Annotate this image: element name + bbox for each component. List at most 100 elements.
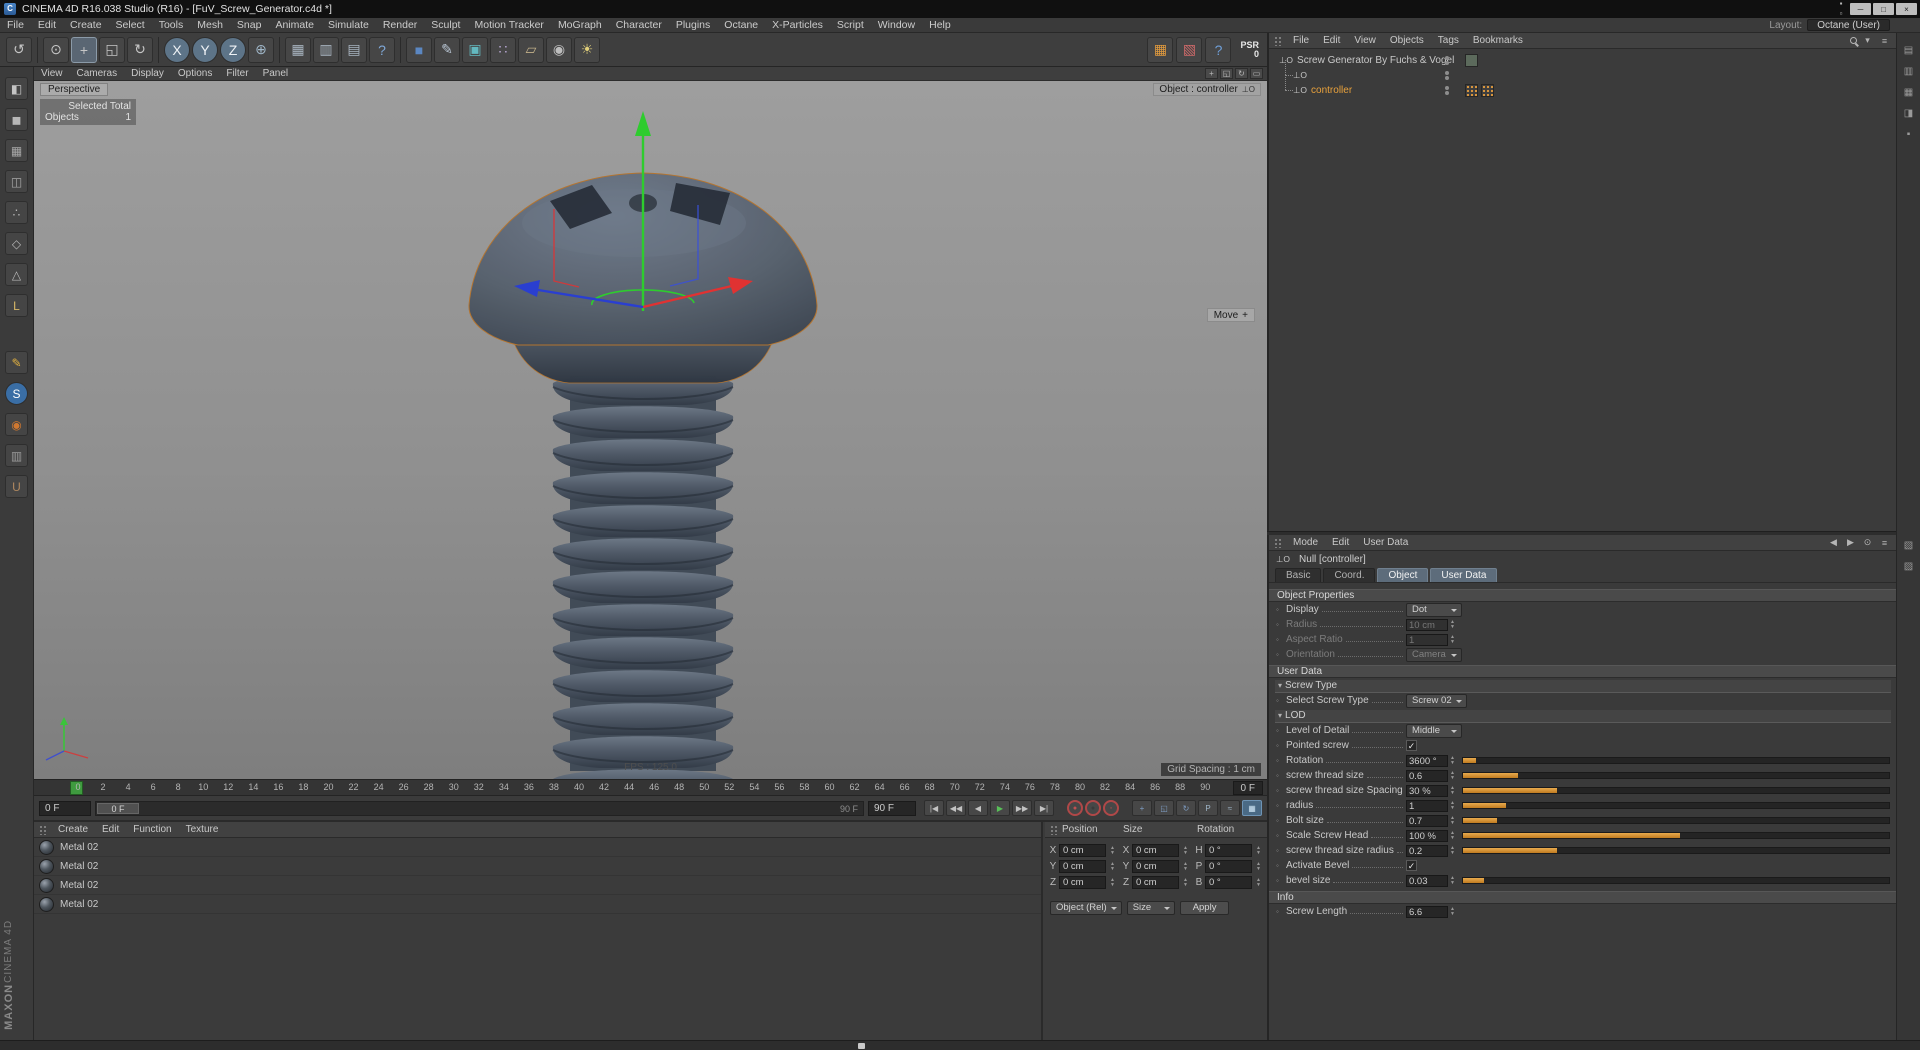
rotation-slider[interactable] — [1462, 757, 1890, 764]
object-label[interactable]: Screw Generator By Fuchs & Vogel — [1297, 55, 1454, 66]
viewport-menu-panel[interactable]: Panel — [256, 68, 296, 79]
next-frame-button[interactable]: ▶▶ — [1012, 800, 1032, 816]
layer-panel-icon[interactable]: ▨ — [1901, 559, 1916, 573]
editor-visibility-dot[interactable] — [1445, 86, 1449, 90]
screw-length-field[interactable]: 6.6 — [1406, 905, 1448, 918]
lock-workplane-icon[interactable]: ▥ — [5, 444, 28, 467]
model-mode-icon[interactable]: ◼ — [5, 108, 28, 131]
axis-mode-icon[interactable]: L — [5, 294, 28, 317]
interactive-render-region-icon[interactable]: ? — [369, 36, 395, 63]
animation-dot-icon[interactable]: ◦ — [1276, 816, 1286, 825]
apply-button[interactable]: Apply — [1179, 901, 1230, 915]
coord-field-position-z[interactable]: 0 cm — [1059, 876, 1106, 889]
coord-field-position-y[interactable]: 0 cm — [1059, 860, 1106, 873]
material-row-metal-02[interactable]: Metal 02 — [34, 876, 1041, 895]
value-spinner[interactable]: ▲ ▼ — [1448, 800, 1457, 811]
animation-dot-icon[interactable]: ◦ — [1276, 861, 1286, 870]
om-menu-objects[interactable]: Objects — [1383, 35, 1431, 46]
value-spinner[interactable]: ▲ ▼ — [1448, 755, 1457, 766]
om-menu-tags[interactable]: Tags — [1431, 35, 1466, 46]
scale-screw-head-field[interactable]: 100 % — [1406, 829, 1448, 842]
menu-x-particles[interactable]: X-Particles — [765, 18, 830, 32]
viewport-menu-filter[interactable]: Filter — [219, 68, 255, 79]
coord-field-rotation-b[interactable]: 0 ° — [1205, 876, 1252, 889]
panel-menu-icon[interactable]: ≡ — [1878, 537, 1891, 549]
material-sphere-icon[interactable] — [39, 858, 54, 874]
menu-animate[interactable]: Animate — [268, 18, 321, 32]
am-menu-mode[interactable]: Mode — [1286, 537, 1325, 548]
menu-motion-tracker[interactable]: Motion Tracker — [467, 18, 550, 32]
value-spinner[interactable]: ▲ ▼ — [1181, 845, 1190, 856]
render-picture-viewer-icon[interactable]: ▥ — [313, 36, 339, 63]
texture-mode-icon[interactable]: ▦ — [5, 139, 28, 162]
tab-basic[interactable]: Basic — [1275, 568, 1322, 582]
tab-object[interactable]: Object — [1377, 568, 1429, 582]
coord-field-size-z[interactable]: 0 cm — [1132, 876, 1179, 889]
goto-start-button[interactable]: |◀ — [924, 800, 944, 816]
pin-panel-icon[interactable]: ⊙ — [1861, 537, 1874, 549]
om-menu-bookmarks[interactable]: Bookmarks — [1466, 35, 1530, 46]
coord-field-size-x[interactable]: 0 cm — [1132, 844, 1179, 857]
animation-dot-icon[interactable]: ◦ — [1276, 605, 1286, 614]
menu-file[interactable]: File — [0, 18, 31, 32]
magnet-icon[interactable]: U — [5, 475, 28, 498]
om-menu-edit[interactable]: Edit — [1316, 35, 1347, 46]
animation-dot-icon[interactable]: ◦ — [1276, 650, 1286, 659]
value-spinner[interactable]: ▲ ▼ — [1448, 634, 1457, 645]
value-spinner[interactable]: ▲ ▼ — [1448, 619, 1457, 630]
material-sphere-icon[interactable] — [39, 839, 54, 855]
record-scale-button[interactable]: ◱ — [1154, 800, 1174, 816]
radius-field[interactable]: 10 cm — [1406, 618, 1448, 631]
subdivision-surface-icon[interactable]: ▣ — [462, 36, 488, 63]
value-spinner[interactable]: ▲ ▼ — [1448, 785, 1457, 796]
panel-grip-icon[interactable] — [1050, 824, 1058, 835]
lock-z-axis-icon[interactable]: Z — [220, 36, 246, 63]
tab-user-data[interactable]: User Data — [1430, 568, 1498, 582]
view-toggle-icon[interactable]: ▭ — [1250, 68, 1263, 79]
om-menu-file[interactable]: File — [1286, 35, 1316, 46]
collapse-icon[interactable]: ▾ — [1278, 710, 1282, 722]
panel-menu-icon[interactable]: ≡ — [1878, 35, 1891, 47]
coord-field-size-y[interactable]: 0 cm — [1132, 860, 1179, 873]
value-spinner[interactable]: ▲ ▼ — [1448, 875, 1457, 886]
value-spinner[interactable]: ▲ ▼ — [1448, 815, 1457, 826]
animation-dot-icon[interactable]: ◦ — [1276, 620, 1286, 629]
selection-tag-icon[interactable] — [1481, 84, 1494, 97]
pointed-screw-checkbox[interactable]: ✓ — [1406, 740, 1417, 751]
make-editable-icon[interactable]: ◧ — [5, 77, 28, 100]
value-spinner[interactable]: ▲ ▼ — [1108, 845, 1117, 856]
material-row-metal-02[interactable]: Metal 02 — [34, 895, 1041, 914]
am-menu-edit[interactable]: Edit — [1325, 537, 1356, 548]
render-visibility-dot[interactable] — [1445, 91, 1449, 95]
move-tool-icon[interactable]: + — [71, 36, 97, 63]
menu-snap[interactable]: Snap — [230, 18, 269, 32]
camera-zoom-icon[interactable]: ◱ — [1220, 68, 1233, 79]
value-spinner[interactable]: ▲ ▼ — [1181, 861, 1190, 872]
animation-dot-icon[interactable]: ◦ — [1276, 831, 1286, 840]
collapse-icon[interactable]: ▾ — [1278, 680, 1282, 692]
floor-object-icon[interactable]: ▱ — [518, 36, 544, 63]
record-parameter-button[interactable]: P — [1198, 800, 1218, 816]
mograph-array-icon[interactable]: ∷ — [490, 36, 516, 63]
frame-end-field[interactable]: 90 F — [868, 800, 916, 816]
screw-thread-size-slider[interactable] — [1462, 772, 1890, 779]
screw-thread-size-spacing-slider[interactable] — [1462, 787, 1890, 794]
screw-thread-size-spacing-field[interactable]: 30 % — [1406, 784, 1448, 797]
render-visibility-dot[interactable] — [1445, 61, 1449, 65]
coord-field-rotation-h[interactable]: 0 ° — [1205, 844, 1252, 857]
activate-bevel-checkbox[interactable]: ✓ — [1406, 860, 1417, 871]
coord-field-rotation-p[interactable]: 0 ° — [1205, 860, 1252, 873]
menu-select[interactable]: Select — [109, 18, 152, 32]
aspect-ratio-field[interactable]: 1 — [1406, 633, 1448, 646]
viewport-menu-options[interactable]: Options — [171, 68, 219, 79]
frame-start-field[interactable]: 0 F — [39, 800, 91, 816]
value-spinner[interactable]: ▲ ▼ — [1254, 877, 1263, 888]
material-sphere-icon[interactable] — [39, 896, 54, 912]
viewport-menu-display[interactable]: Display — [124, 68, 171, 79]
workplane-mode-icon[interactable]: ◫ — [5, 170, 28, 193]
animation-dot-icon[interactable]: ◦ — [1276, 635, 1286, 644]
menu-tools[interactable]: Tools — [152, 18, 191, 32]
edges-mode-icon[interactable]: ◇ — [5, 232, 28, 255]
menu-simulate[interactable]: Simulate — [321, 18, 376, 32]
value-spinner[interactable]: ▲ ▼ — [1108, 877, 1117, 888]
